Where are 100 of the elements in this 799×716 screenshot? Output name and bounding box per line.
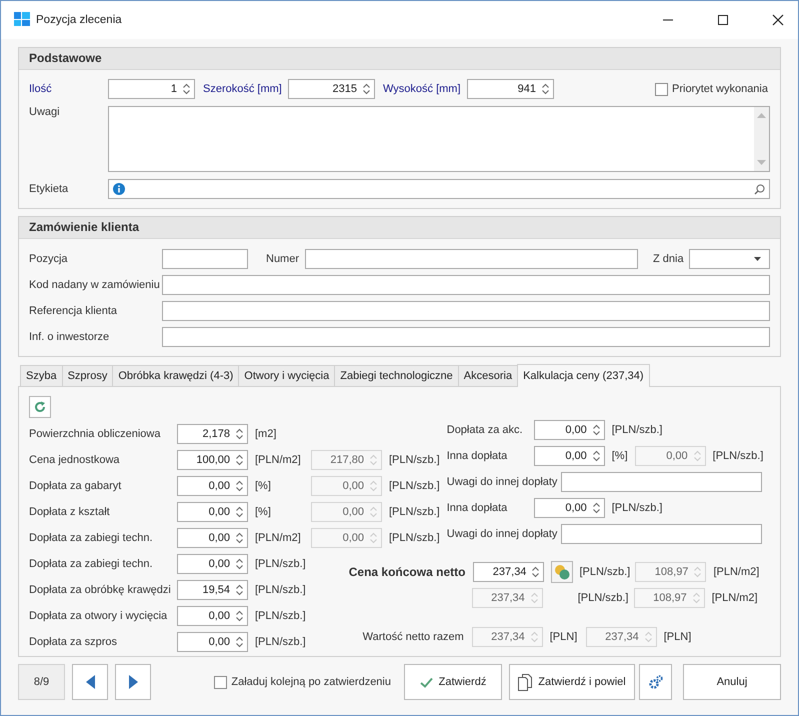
checkbox[interactable] [214, 676, 228, 688]
spin-arrows-icon[interactable] [236, 428, 243, 440]
tab[interactable]: Szprosy [62, 365, 114, 386]
tab[interactable]: Otwory i wycięcia [238, 365, 336, 386]
group-title: Zamówienie klienta [19, 217, 780, 239]
notes-field[interactable] [108, 106, 770, 172]
spin-arrows-icon[interactable] [236, 532, 243, 544]
text-field[interactable] [162, 249, 248, 269]
spin-arrows-icon[interactable] [236, 558, 243, 570]
text-field[interactable] [305, 249, 638, 269]
spin-field[interactable]: 100,00 [177, 450, 248, 470]
next-button[interactable] [115, 664, 151, 700]
spin-field[interactable]: 237,34 [473, 562, 544, 582]
copy-icon [518, 674, 532, 690]
tab[interactable]: Obróbka krawędzi (4-3) [112, 365, 240, 386]
close-icon[interactable] [772, 14, 784, 26]
unit-label: [PLN/szb.] [389, 506, 440, 518]
field-label: Inna dopłata [446, 450, 508, 462]
unit-label: [PLN/szb.] [255, 636, 307, 648]
spin-field[interactable]: 0,00 [177, 476, 248, 496]
tab[interactable]: Szyba [20, 365, 63, 386]
unit-label: [m2] [255, 428, 278, 440]
unit-label: [PLN/szb.] [389, 532, 440, 544]
unit-label: [PLN/m2] [255, 454, 302, 466]
refresh-button[interactable] [29, 396, 51, 418]
confirm-button[interactable]: Zatwierdź [404, 664, 502, 700]
spin-field[interactable]: 1 [108, 79, 195, 99]
spin-arrows-icon[interactable] [236, 584, 243, 596]
app-logo-icon [14, 12, 30, 28]
settings-button[interactable] [639, 664, 672, 700]
field-label: Uwagi [29, 106, 61, 118]
spin-arrows-icon[interactable] [532, 566, 540, 578]
spin-field[interactable]: 0,00 [534, 420, 605, 440]
group-title: Podstawowe [19, 48, 780, 70]
refresh-icon [34, 401, 46, 413]
spin-arrows-icon[interactable] [363, 83, 370, 95]
field-label: Wysokość [mm] [383, 83, 462, 95]
tab[interactable]: Akcesoria [458, 365, 518, 386]
currency-button[interactable] [551, 561, 574, 583]
spin-field[interactable]: 0,00 [177, 528, 248, 548]
spin-field[interactable]: 0,00 [177, 502, 248, 522]
previous-button[interactable] [72, 664, 108, 700]
spin-arrows-icon[interactable] [236, 506, 243, 518]
field-label: Wartość netto razem [362, 631, 464, 643]
tab[interactable]: Kalkulacja ceny (237,34) [517, 364, 650, 387]
field-label: Kod nadany w zamówieniu [29, 279, 161, 291]
checkbox[interactable] [655, 82, 668, 96]
unit-label: [PLN/szb.] [712, 450, 764, 462]
tab[interactable]: Zabiegi technologiczne [334, 365, 459, 386]
spin-field[interactable]: 0,00 [177, 632, 248, 652]
field-label: Ilość [29, 83, 53, 95]
unit-label: [%] [612, 450, 628, 462]
field-label: Dopłata za zabiegi techn. [29, 532, 154, 544]
field-label: Inna dopłata [446, 502, 508, 514]
coins-icon [554, 564, 570, 580]
spin-field[interactable]: 0,00 [177, 606, 248, 626]
spin-field[interactable]: 941 [467, 79, 554, 99]
record-counter: 8/9 [18, 664, 65, 700]
field-label: Dopłata za akc. [446, 424, 524, 436]
text-field[interactable] [561, 524, 762, 544]
field-label: Cena końcowa netto [348, 565, 466, 579]
text-field[interactable] [162, 275, 770, 295]
spin-field[interactable]: 0,00 [534, 498, 605, 518]
spin-arrows-icon[interactable] [592, 502, 600, 514]
checkbox-label: Załaduj kolejną po zatwierdzeniu [231, 676, 391, 688]
unit-label: [%] [255, 480, 272, 492]
field-label: Numer [266, 253, 300, 265]
unit-label: [PLN/szb.] [612, 424, 662, 436]
spin-arrows-icon[interactable] [236, 610, 243, 622]
spin-field[interactable]: 2315 [288, 79, 375, 99]
search-icon[interactable] [754, 184, 765, 194]
unit-label: [PLN/szb.] [579, 566, 632, 578]
cancel-button[interactable]: Anuluj [683, 664, 781, 700]
checkmark-icon [420, 676, 433, 688]
spin-arrows-icon[interactable] [183, 83, 190, 95]
dropdown-caret-icon[interactable] [754, 257, 761, 261]
spin-field[interactable]: 0,00 [177, 554, 248, 574]
field-label: Dopłata z kształt [29, 506, 111, 518]
spin-arrows-icon[interactable] [542, 83, 549, 95]
spin-field[interactable]: 19,54 [177, 580, 248, 600]
unit-label: [PLN/szb.] [612, 502, 662, 514]
spin-field[interactable]: 0,00 [534, 446, 605, 466]
field-label: Dopłata za szpros [29, 636, 118, 648]
spin-arrows-icon[interactable] [592, 424, 600, 436]
field-label: Uwagi do innej dopłaty [446, 476, 558, 488]
maximize-icon[interactable] [717, 14, 729, 26]
field-label: Dopłata za otwory i wycięcia [29, 610, 168, 622]
spin-arrows-icon[interactable] [236, 480, 243, 492]
spin-field[interactable]: 2,178 [177, 424, 248, 444]
field-label: Dopłata za zabiegi techn. [29, 558, 154, 570]
confirm-and-copy-button[interactable]: Zatwierdź i powiel [509, 664, 635, 700]
spin-arrows-icon[interactable] [236, 636, 243, 648]
tag-field[interactable] [108, 179, 770, 199]
field-label: Etykieta [29, 183, 70, 195]
spin-arrows-icon[interactable] [592, 450, 600, 462]
text-field[interactable] [162, 327, 770, 347]
unit-label: [PLN/m2] [713, 566, 760, 578]
text-field[interactable] [162, 301, 770, 321]
spin-arrows-icon[interactable] [236, 454, 243, 466]
text-field[interactable] [561, 472, 762, 492]
